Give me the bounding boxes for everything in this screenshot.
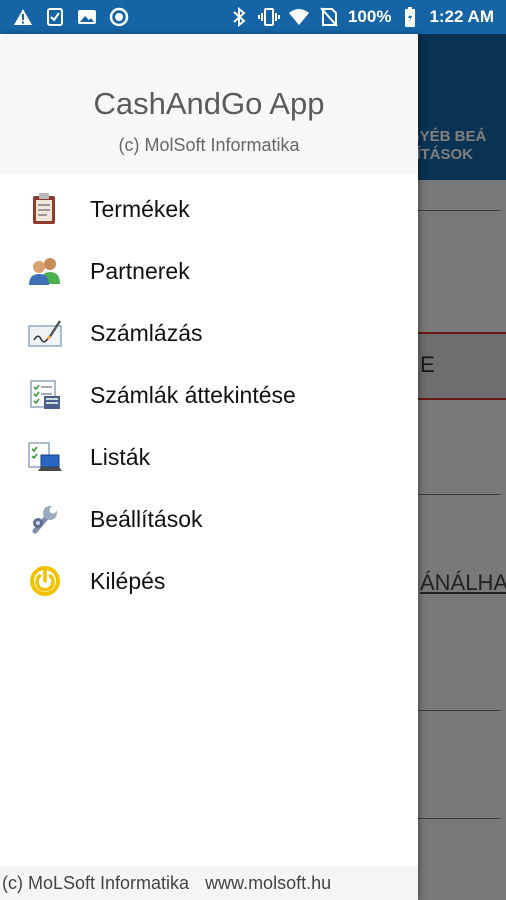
menu-item-lists[interactable]: Listák: [0, 426, 418, 488]
status-bar: 100% 1:22 AM: [0, 0, 506, 34]
checklist-icon: [44, 6, 66, 28]
app-subtitle: (c) MolSoft Informatika: [118, 135, 300, 155]
menu-label: Kilépés: [90, 567, 166, 594]
warning-icon: [12, 6, 34, 28]
menu-label: Listák: [90, 443, 151, 470]
navigation-drawer: CashAndGo App (c) MolSoft Informatika Te…: [0, 34, 418, 900]
menu-label: Partnerek: [90, 257, 190, 284]
users-icon: [26, 252, 64, 290]
status-time: 1:22 AM: [429, 7, 494, 26]
invoice-sign-icon: [26, 314, 64, 352]
circle-icon: [108, 6, 130, 28]
menu-label: Beállítások: [90, 505, 203, 532]
app-title: CashAndGo App: [93, 86, 325, 121]
invoice-list-icon: [26, 376, 64, 414]
battery-icon: [399, 6, 421, 28]
menu-item-settings[interactable]: Beállítások: [0, 488, 418, 550]
menu-label: Számlázás: [90, 319, 203, 346]
bluetooth-icon: [228, 6, 250, 28]
menu-item-invoicing[interactable]: Számlázás: [0, 302, 418, 364]
power-icon: [26, 562, 64, 600]
battery-percent: 100%: [347, 7, 392, 26]
menu-item-products[interactable]: Termékek: [0, 178, 418, 240]
menu-item-invoice-overview[interactable]: Számlák áttekintése: [0, 364, 418, 426]
image-icon: [76, 6, 98, 28]
menu-label: Termékek: [90, 195, 190, 222]
drawer-footer: (c) MoLSoft Informatika www.molsoft.hu: [0, 866, 418, 900]
footer-website-link[interactable]: www.molsoft.hu: [205, 873, 331, 894]
drawer-header: CashAndGo App (c) MolSoft Informatika: [0, 34, 418, 174]
vibrate-icon: [257, 6, 280, 28]
list-computer-icon: [26, 438, 64, 476]
footer-copyright: (c) MoLSoft Informatika: [2, 872, 190, 893]
wifi-icon: [288, 6, 310, 28]
no-sim-icon: [318, 6, 340, 28]
wrench-icon: [26, 500, 64, 538]
menu-label: Számlák áttekintése: [90, 381, 296, 408]
drawer-menu: Termékek Partnerek Számlázás Számlák átt…: [0, 174, 418, 612]
menu-item-partners[interactable]: Partnerek: [0, 240, 418, 302]
clipboard-icon: [26, 190, 64, 228]
menu-item-logout[interactable]: Kilépés: [0, 550, 418, 612]
